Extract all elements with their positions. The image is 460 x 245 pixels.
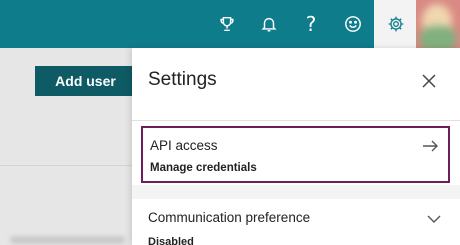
add-user-button[interactable]: Add user [35, 66, 136, 96]
smiley-icon[interactable] [331, 0, 375, 48]
blurred-text [10, 236, 125, 244]
api-access-item[interactable]: API access Manage credentials [141, 126, 450, 183]
top-bar: ? [0, 0, 460, 48]
communication-preference-title: Communication preference [148, 210, 311, 225]
trophy-icon[interactable] [205, 0, 249, 48]
gear-icon[interactable] [374, 0, 418, 48]
panel-title: Settings [148, 69, 217, 90]
communication-status: Disabled [148, 236, 194, 245]
close-icon[interactable] [418, 70, 440, 92]
avatar-image-part [420, 26, 456, 48]
arrow-right-icon [420, 136, 440, 156]
api-access-title: API access [150, 138, 218, 153]
avatar[interactable] [416, 0, 460, 48]
divider [132, 120, 460, 121]
section-separator [132, 185, 460, 199]
bell-icon[interactable] [247, 0, 291, 48]
manage-credentials-label: Manage credentials [150, 162, 257, 174]
divider [0, 165, 132, 166]
settings-panel: Settings API access Manage credentials C… [132, 48, 460, 245]
communication-preference-item[interactable]: Communication preference Disabled [132, 200, 460, 245]
chevron-down-icon [425, 210, 443, 228]
help-icon[interactable]: ? [289, 0, 333, 48]
